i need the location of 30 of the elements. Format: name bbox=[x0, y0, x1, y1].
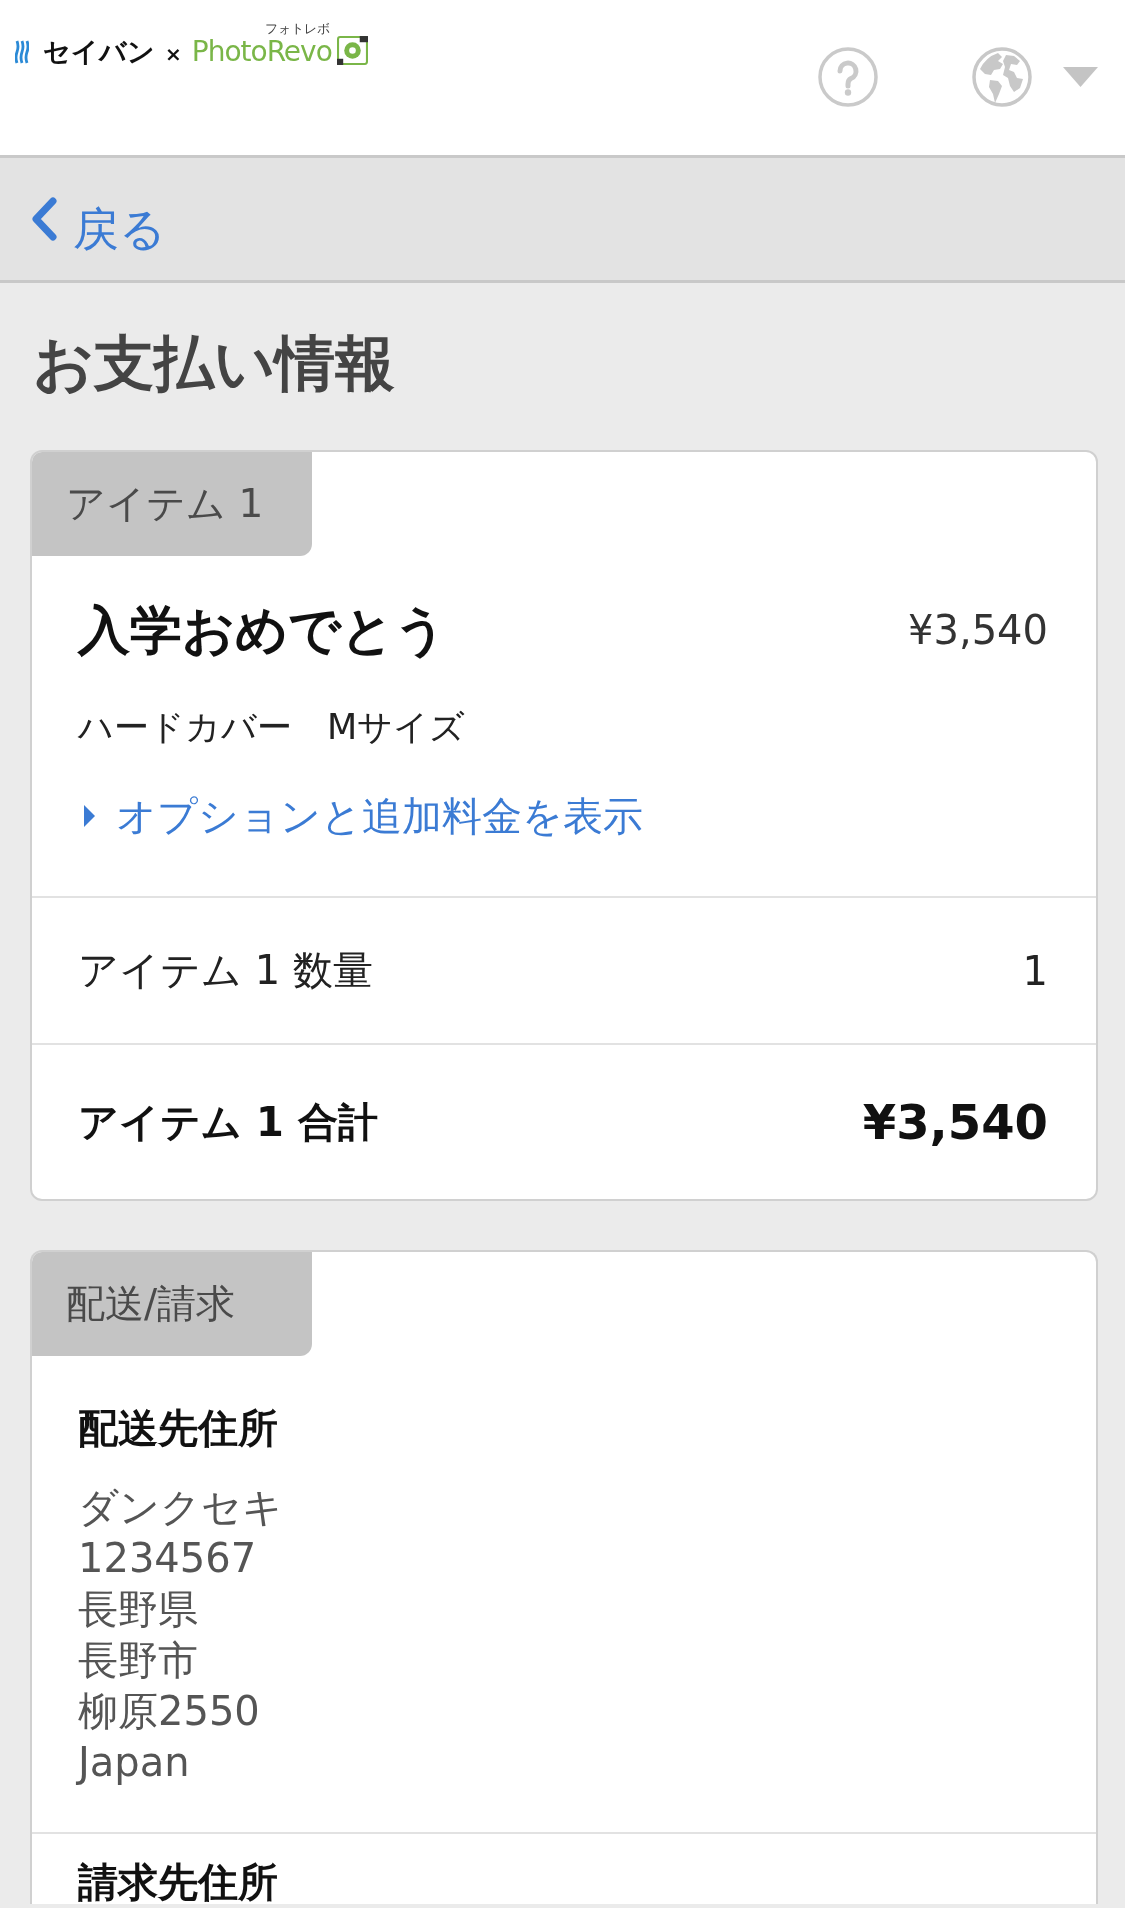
help-icon[interactable] bbox=[818, 47, 878, 107]
address-line: Japan bbox=[78, 1738, 190, 1787]
page-title: お支払い情報 bbox=[33, 327, 395, 399]
brand-name: セイバン bbox=[43, 37, 155, 67]
logo-separator: × bbox=[165, 41, 182, 67]
address-heading: 配送先住所 bbox=[78, 1404, 278, 1452]
partner-name: PhotoRevo bbox=[191, 36, 332, 67]
aperture-icon bbox=[336, 36, 368, 65]
section-label: 配送/請求 bbox=[32, 1252, 312, 1356]
globe-icon[interactable] bbox=[972, 47, 1032, 107]
address-line: 柳原2550 bbox=[78, 1687, 260, 1736]
row-value: ¥3,540 bbox=[862, 1094, 1048, 1150]
row-value: 1 bbox=[1022, 947, 1048, 994]
back-button[interactable]: 戻る bbox=[30, 177, 166, 261]
caret-icon[interactable] bbox=[1063, 67, 1098, 87]
row-label: アイテム 1 数量 bbox=[78, 946, 373, 995]
product-variant: ハードカバー Mサイズ bbox=[78, 706, 466, 749]
address-heading: 請求先住所 bbox=[78, 1860, 278, 1904]
options-link[interactable]: オプションと追加料金を表示 bbox=[78, 792, 643, 840]
section-label: アイテム 1 bbox=[32, 452, 312, 556]
row-label: アイテム 1 合計 bbox=[78, 1097, 378, 1147]
address-line: ダンクセキ bbox=[78, 1483, 283, 1532]
stripes-icon bbox=[15, 40, 29, 64]
address-line: 長野市 bbox=[78, 1636, 198, 1685]
chevron-left-icon bbox=[30, 197, 57, 241]
address-line: 1234567 bbox=[78, 1534, 257, 1583]
partner-reading: フォトレボ bbox=[264, 22, 330, 36]
product-price: ¥3,540 bbox=[908, 606, 1048, 654]
address-line: 長野県 bbox=[78, 1585, 198, 1634]
product-name: 入学おめでとう bbox=[78, 599, 447, 662]
